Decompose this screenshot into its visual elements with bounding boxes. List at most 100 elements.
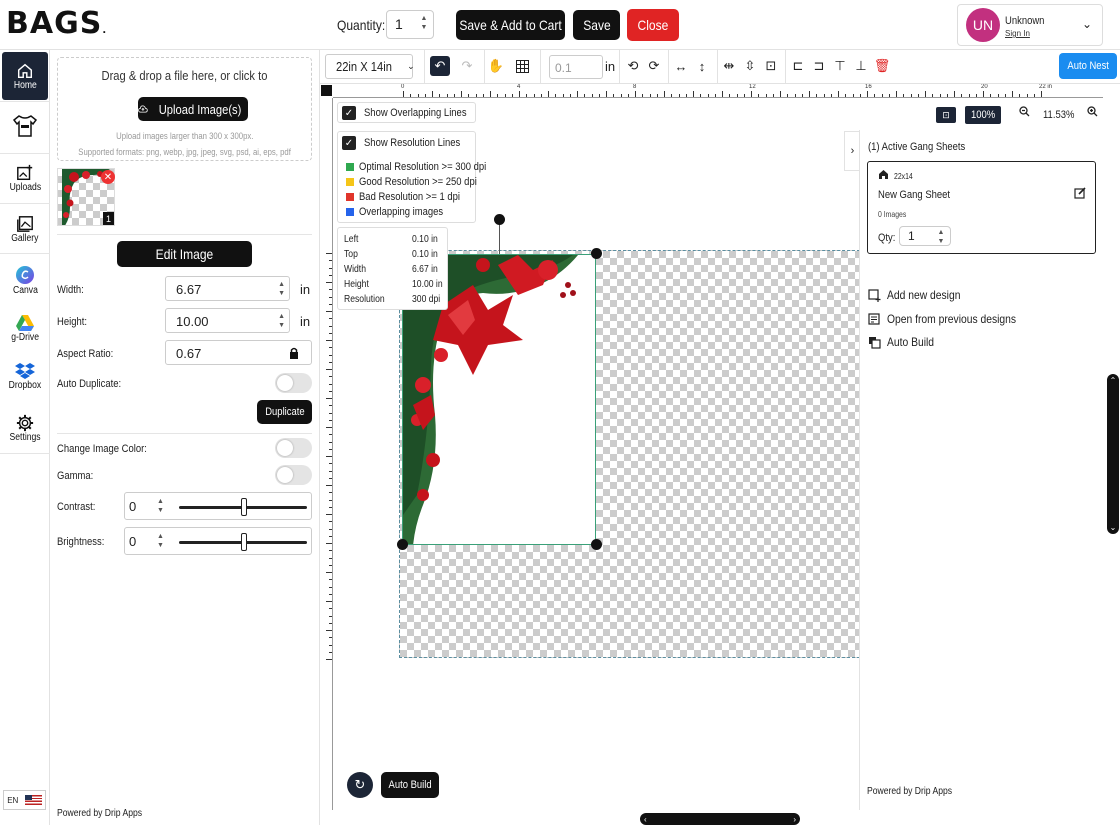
edit-image-button[interactable]: Edit Image <box>117 241 252 267</box>
auto-duplicate-toggle[interactable] <box>275 373 312 393</box>
zoom-fit-button[interactable]: ⊡ <box>936 107 956 123</box>
contrast-control[interactable]: 0 ▲ ▼ <box>124 492 312 520</box>
save-add-to-cart-button[interactable]: Save & Add to Cart <box>456 10 565 40</box>
rail-item-settings[interactable]: Settings <box>0 404 50 452</box>
stepper-down-icon[interactable]: ▼ <box>421 23 428 32</box>
duplicate-button[interactable]: Duplicate <box>257 400 312 424</box>
open-previous-designs-button[interactable]: Open from previous designs <box>868 312 1037 326</box>
center-vertical-button[interactable]: ⇳ <box>740 56 760 76</box>
align-left-button[interactable]: ⊏ <box>788 56 808 76</box>
rail-item-dropbox[interactable]: Dropbox <box>0 352 50 400</box>
height-input[interactable]: 10.00 ▲ ▼ <box>165 308 290 333</box>
width-down-icon[interactable]: ▼ <box>278 289 285 298</box>
drip-apps-link[interactable]: Drip Apps <box>105 808 142 819</box>
auto-build-button[interactable]: Auto Build <box>868 335 942 349</box>
grid-toggle-button[interactable] <box>512 56 532 76</box>
quantity-stepper[interactable]: 1 ▲ ▼ <box>386 10 434 39</box>
scroll-left-icon[interactable]: ‹ <box>644 815 647 824</box>
ruler-tick <box>326 572 332 573</box>
upload-dropzone[interactable]: Drag & drop a file here, or click to Upl… <box>57 57 312 161</box>
width-input[interactable]: 6.67 ▲ ▼ <box>165 276 290 301</box>
auto-build-bottom-button[interactable]: Auto Build <box>381 772 439 798</box>
undo-button[interactable]: ↶ <box>430 56 450 76</box>
resize-handle-bottom-right[interactable] <box>591 539 602 550</box>
gang-qty-down-icon[interactable]: ▼ <box>938 237 945 246</box>
user-menu[interactable]: UN Unknown Sign In ⌄ <box>957 4 1103 46</box>
checkbox-checked-icon[interactable]: ✓ <box>342 136 356 150</box>
scroll-down-icon[interactable]: ⌄ <box>1110 523 1117 532</box>
legend-bad: Bad Resolution >= 1 dpi <box>359 191 460 203</box>
rotate-handle[interactable] <box>494 214 505 225</box>
rail-item-home[interactable]: Home <box>2 52 48 100</box>
drip-apps-link[interactable]: Drip Apps <box>915 786 952 797</box>
rail-item-gdrive[interactable]: g-Drive <box>0 304 50 352</box>
height-down-icon[interactable]: ▼ <box>278 321 285 330</box>
brand-logo[interactable]: BAGS. <box>6 6 107 41</box>
chevron-down-icon[interactable]: ⌄ <box>1082 17 1092 31</box>
sign-in-link[interactable]: Sign In <box>1005 29 1030 38</box>
rail-item-gallery[interactable]: Gallery <box>0 205 50 253</box>
checkbox-checked-icon[interactable]: ✓ <box>342 106 356 120</box>
delete-button[interactable]: 🗑 <box>872 56 892 76</box>
refresh-button[interactable]: ↻ <box>347 772 373 798</box>
center-horizontal-button[interactable]: ⇹ <box>719 56 739 76</box>
gang-panel-toggle[interactable]: › <box>844 131 860 171</box>
save-button[interactable]: Save <box>573 10 620 40</box>
aspect-ratio-input[interactable]: 0.67 <box>165 340 312 365</box>
vertical-scrollbar[interactable]: ⌃ ⌄ <box>1107 374 1119 534</box>
rail-item-uploads[interactable]: Uploads <box>0 154 50 202</box>
contrast-slider-knob[interactable] <box>241 498 247 516</box>
scroll-right-icon[interactable]: › <box>793 815 796 824</box>
info-height-value: 10.00 in <box>412 279 443 290</box>
align-bottom-icon: ⊥ <box>855 58 867 73</box>
gang-qty-up-icon[interactable]: ▲ <box>938 228 945 237</box>
sheet-size-select[interactable]: 22in X 14in ⌄ <box>325 54 415 79</box>
brightness-down-icon[interactable]: ▼ <box>157 541 164 550</box>
lock-icon[interactable] <box>289 347 299 359</box>
add-new-design-button[interactable]: Add new design <box>868 288 972 302</box>
show-overlapping-option[interactable]: ✓ Show Overlapping Lines <box>337 102 476 123</box>
center-both-button[interactable]: ⊡ <box>761 56 781 76</box>
contrast-down-icon[interactable]: ▼ <box>157 506 164 515</box>
gang-sheet-card[interactable]: 22x14 New Gang Sheet 0 Images Qty: 1 ▲ ▼ <box>867 161 1096 254</box>
width-up-icon[interactable]: ▲ <box>278 280 285 289</box>
gang-qty-stepper[interactable]: 1 ▲ ▼ <box>899 226 951 246</box>
brightness-control[interactable]: 0 ▲ ▼ <box>124 527 312 555</box>
zoom-out-button[interactable] <box>1019 106 1030 120</box>
horizontal-scrollbar[interactable]: ‹ › <box>640 813 800 825</box>
redo-button[interactable]: ↷ <box>457 56 477 76</box>
rotate-left-button[interactable]: ⟲ <box>623 56 643 76</box>
language-selector[interactable]: EN <box>3 790 46 810</box>
scroll-up-icon[interactable]: ⌃ <box>1110 376 1117 385</box>
brightness-up-icon[interactable]: ▲ <box>157 532 164 541</box>
contrast-up-icon[interactable]: ▲ <box>157 497 164 506</box>
resize-handle-top-right[interactable] <box>591 248 602 259</box>
align-top-button[interactable]: ⊤ <box>830 56 850 76</box>
gamma-toggle[interactable] <box>275 465 312 485</box>
contrast-value[interactable]: 0 <box>129 499 136 514</box>
image-count-badge: 1 <box>103 212 114 225</box>
align-right-button[interactable]: ⊐ <box>809 56 829 76</box>
edit-icon[interactable] <box>1074 187 1086 199</box>
nudge-step-input[interactable]: 0.1 <box>549 55 603 79</box>
brightness-value[interactable]: 0 <box>129 534 136 549</box>
rail-item-templates[interactable] <box>0 102 50 150</box>
change-color-toggle[interactable] <box>275 438 312 458</box>
resize-handle-bottom-left[interactable] <box>397 539 408 550</box>
rail-item-canva[interactable]: Canva <box>0 256 50 304</box>
stepper-up-icon[interactable]: ▲ <box>421 14 428 23</box>
pan-tool-button[interactable]: ✋ <box>486 56 506 76</box>
auto-nest-button[interactable]: Auto Nest <box>1059 53 1117 79</box>
zoom-100-button[interactable]: 100% <box>965 106 1001 124</box>
rotate-right-button[interactable]: ⟳ <box>644 56 664 76</box>
align-bottom-button[interactable]: ⊥ <box>851 56 871 76</box>
remove-image-icon[interactable]: ✕ <box>101 170 115 184</box>
height-up-icon[interactable]: ▲ <box>278 312 285 321</box>
upload-images-button[interactable]: Upload Image(s) <box>138 97 248 121</box>
fit-height-button[interactable]: ↕ <box>692 56 712 76</box>
show-resolution-option[interactable]: ✓ Show Resolution Lines <box>342 136 476 150</box>
close-button[interactable]: Close <box>627 9 679 41</box>
fit-width-button[interactable]: ↔ <box>671 56 691 76</box>
brightness-slider-knob[interactable] <box>241 533 247 551</box>
zoom-in-button[interactable] <box>1087 106 1098 120</box>
